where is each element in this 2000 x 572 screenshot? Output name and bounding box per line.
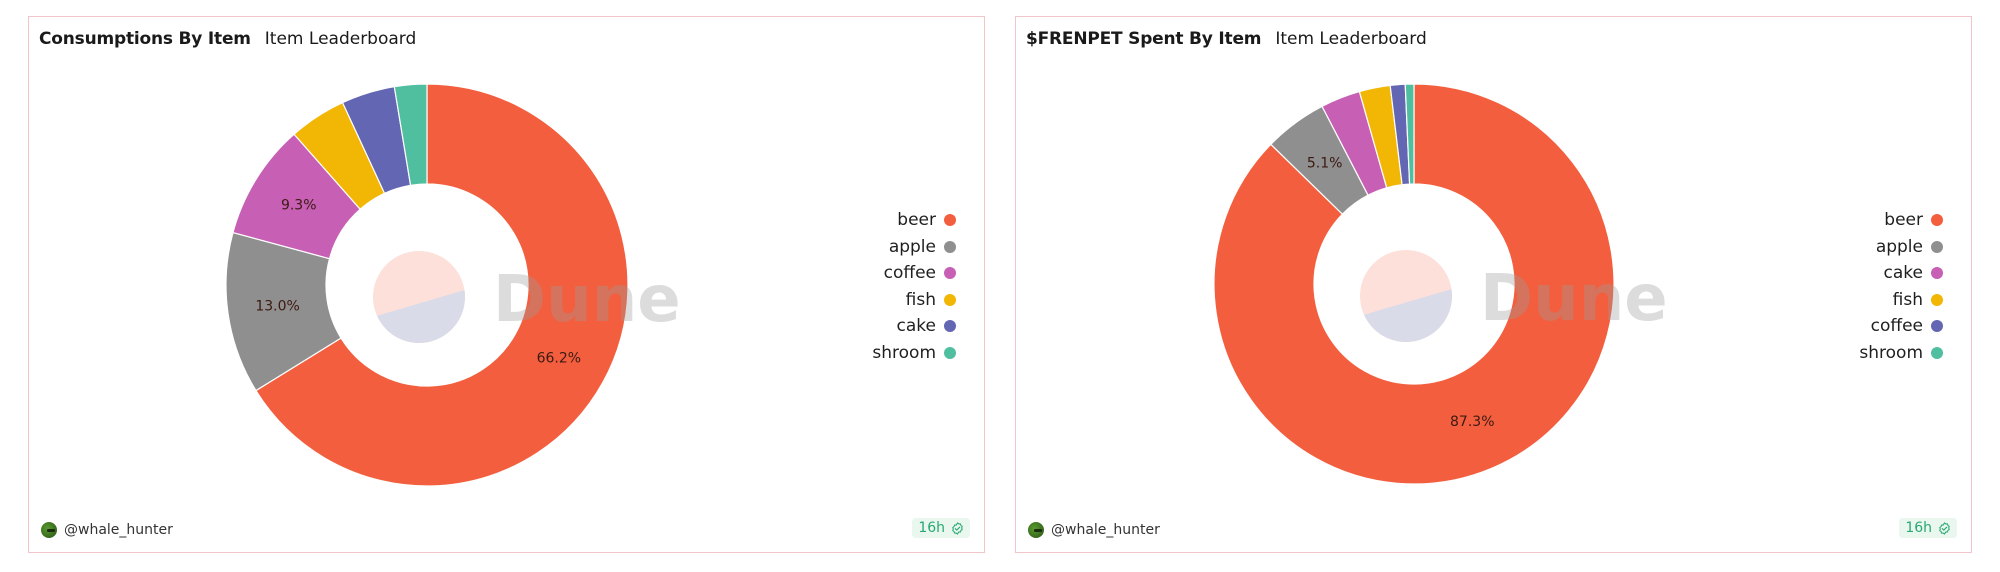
legend-swatch xyxy=(1931,320,1943,333)
chart-legend: beer apple coffee fish cake shroom xyxy=(872,207,956,366)
author-link[interactable]: @whale_hunter xyxy=(1028,522,1160,538)
legend-item-coffee[interactable]: coffee xyxy=(872,260,956,287)
legend-label: coffee xyxy=(1870,316,1923,337)
donut-chart: 66.2% 13.0% 9.3% Dune xyxy=(225,83,681,487)
dune-watermark-text: Dune xyxy=(493,263,681,337)
legend-swatch xyxy=(1931,214,1943,227)
legend-swatch xyxy=(1931,240,1943,253)
legend-swatch xyxy=(944,267,956,280)
freshness-text: 16h xyxy=(1905,520,1932,536)
legend-item-cake[interactable]: cake xyxy=(872,313,956,340)
legend-swatch xyxy=(944,293,956,306)
slice-label-coffee: 9.3% xyxy=(281,197,317,213)
avatar xyxy=(1028,522,1044,538)
chart-subtitle: Item Leaderboard xyxy=(1275,29,1427,49)
legend-item-fish[interactable]: fish xyxy=(1859,287,1943,314)
legend-label: cake xyxy=(896,316,936,337)
donut-chart: 87.3% 5.1% Dune xyxy=(1213,83,1668,485)
chart-title[interactable]: Consumptions By Item xyxy=(39,29,251,49)
slice-label-apple: 5.1% xyxy=(1307,155,1343,171)
legend-label: cake xyxy=(1883,263,1923,284)
author-link[interactable]: @whale_hunter xyxy=(41,522,173,538)
legend-item-shroom[interactable]: shroom xyxy=(1859,340,1943,367)
verified-check-icon xyxy=(952,521,963,535)
legend-label: beer xyxy=(897,210,936,231)
legend-label: beer xyxy=(1884,210,1923,231)
legend-swatch xyxy=(944,240,956,253)
chart-subtitle: Item Leaderboard xyxy=(264,29,417,49)
legend-item-shroom[interactable]: shroom xyxy=(872,340,956,367)
legend-label: coffee xyxy=(883,263,936,284)
legend-swatch xyxy=(1931,346,1943,359)
legend-label: apple xyxy=(888,236,936,257)
legend-label: fish xyxy=(905,289,936,310)
freshness-text: 16h xyxy=(918,520,945,536)
dune-watermark xyxy=(1360,250,1452,342)
legend-item-apple[interactable]: apple xyxy=(872,234,956,261)
legend-swatch xyxy=(944,320,956,333)
chart-legend: beer apple cake fish coffee shroom xyxy=(1859,207,1943,366)
legend-item-apple[interactable]: apple xyxy=(1859,234,1943,261)
legend-label: shroom xyxy=(872,342,936,363)
legend-swatch xyxy=(1931,267,1943,280)
chart-title[interactable]: $FRENPET Spent By Item xyxy=(1026,29,1262,49)
legend-item-beer[interactable]: beer xyxy=(872,207,956,234)
legend-label: fish xyxy=(1892,289,1923,310)
legend-label: shroom xyxy=(1859,342,1923,363)
slice-label-beer: 87.3% xyxy=(1450,414,1494,430)
avatar xyxy=(41,522,57,538)
panel-header: $FRENPET Spent By Item Item Leaderboard xyxy=(1026,29,1427,49)
freshness-badge[interactable]: 16h xyxy=(1899,518,1957,538)
legend-item-beer[interactable]: beer xyxy=(1859,207,1943,234)
author-name[interactable]: @whale_hunter xyxy=(64,522,173,538)
author-name[interactable]: @whale_hunter xyxy=(1051,522,1160,538)
legend-swatch xyxy=(1931,293,1943,306)
legend-swatch xyxy=(944,214,956,227)
legend-label: apple xyxy=(1875,236,1923,257)
freshness-badge[interactable]: 16h xyxy=(912,518,970,538)
legend-swatch xyxy=(944,346,956,359)
dune-watermark-text: Dune xyxy=(1480,262,1668,336)
legend-item-fish[interactable]: fish xyxy=(872,287,956,314)
slice-label-apple: 13.0% xyxy=(255,299,299,315)
legend-item-coffee[interactable]: coffee xyxy=(1859,313,1943,340)
verified-check-icon xyxy=(1939,521,1950,535)
chart-panel-consumptions: 66.2% 13.0% 9.3% Dune Consumptions By Item I… xyxy=(28,16,985,553)
dune-watermark xyxy=(373,251,465,343)
panel-header: Consumptions By Item Item Leaderboard xyxy=(39,29,416,49)
legend-item-cake[interactable]: cake xyxy=(1859,260,1943,287)
slice-label-beer: 66.2% xyxy=(537,351,581,367)
chart-panel-frenpet-spent: 87.3% 5.1% Dune $FRENPET Spent By Item Item… xyxy=(1015,16,1972,553)
